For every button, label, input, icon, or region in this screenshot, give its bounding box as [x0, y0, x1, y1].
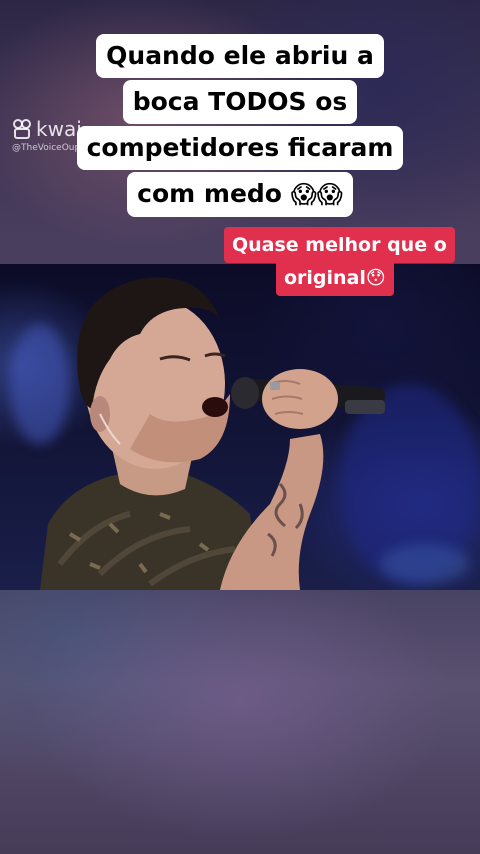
caption-box-4: com medo 😱😱: [0, 172, 480, 217]
hushed-emoji: 😯: [365, 267, 386, 289]
subcaption-line-2-box: original😯: [276, 260, 394, 296]
subcaption-line-1: Quase melhor que o: [224, 227, 455, 263]
caption-line-3: competidores ficaram: [76, 126, 404, 170]
scream-emoji: 😱😱: [290, 180, 343, 209]
caption-box-3: competidores ficaram: [0, 126, 480, 170]
caption-box-2: boca TODOS os: [0, 80, 480, 124]
caption-line-4-text: com medo: [137, 179, 282, 208]
caption-box: Quando ele abriu a: [0, 34, 480, 78]
subcaption-line-2: original: [284, 267, 366, 289]
caption-line-4: com medo 😱😱: [127, 172, 353, 217]
caption-line-2: boca TODOS os: [122, 80, 358, 124]
caption-line-1: Quando ele abriu a: [96, 34, 384, 78]
video-frame[interactable]: [0, 264, 480, 590]
singer-image: [40, 277, 385, 590]
